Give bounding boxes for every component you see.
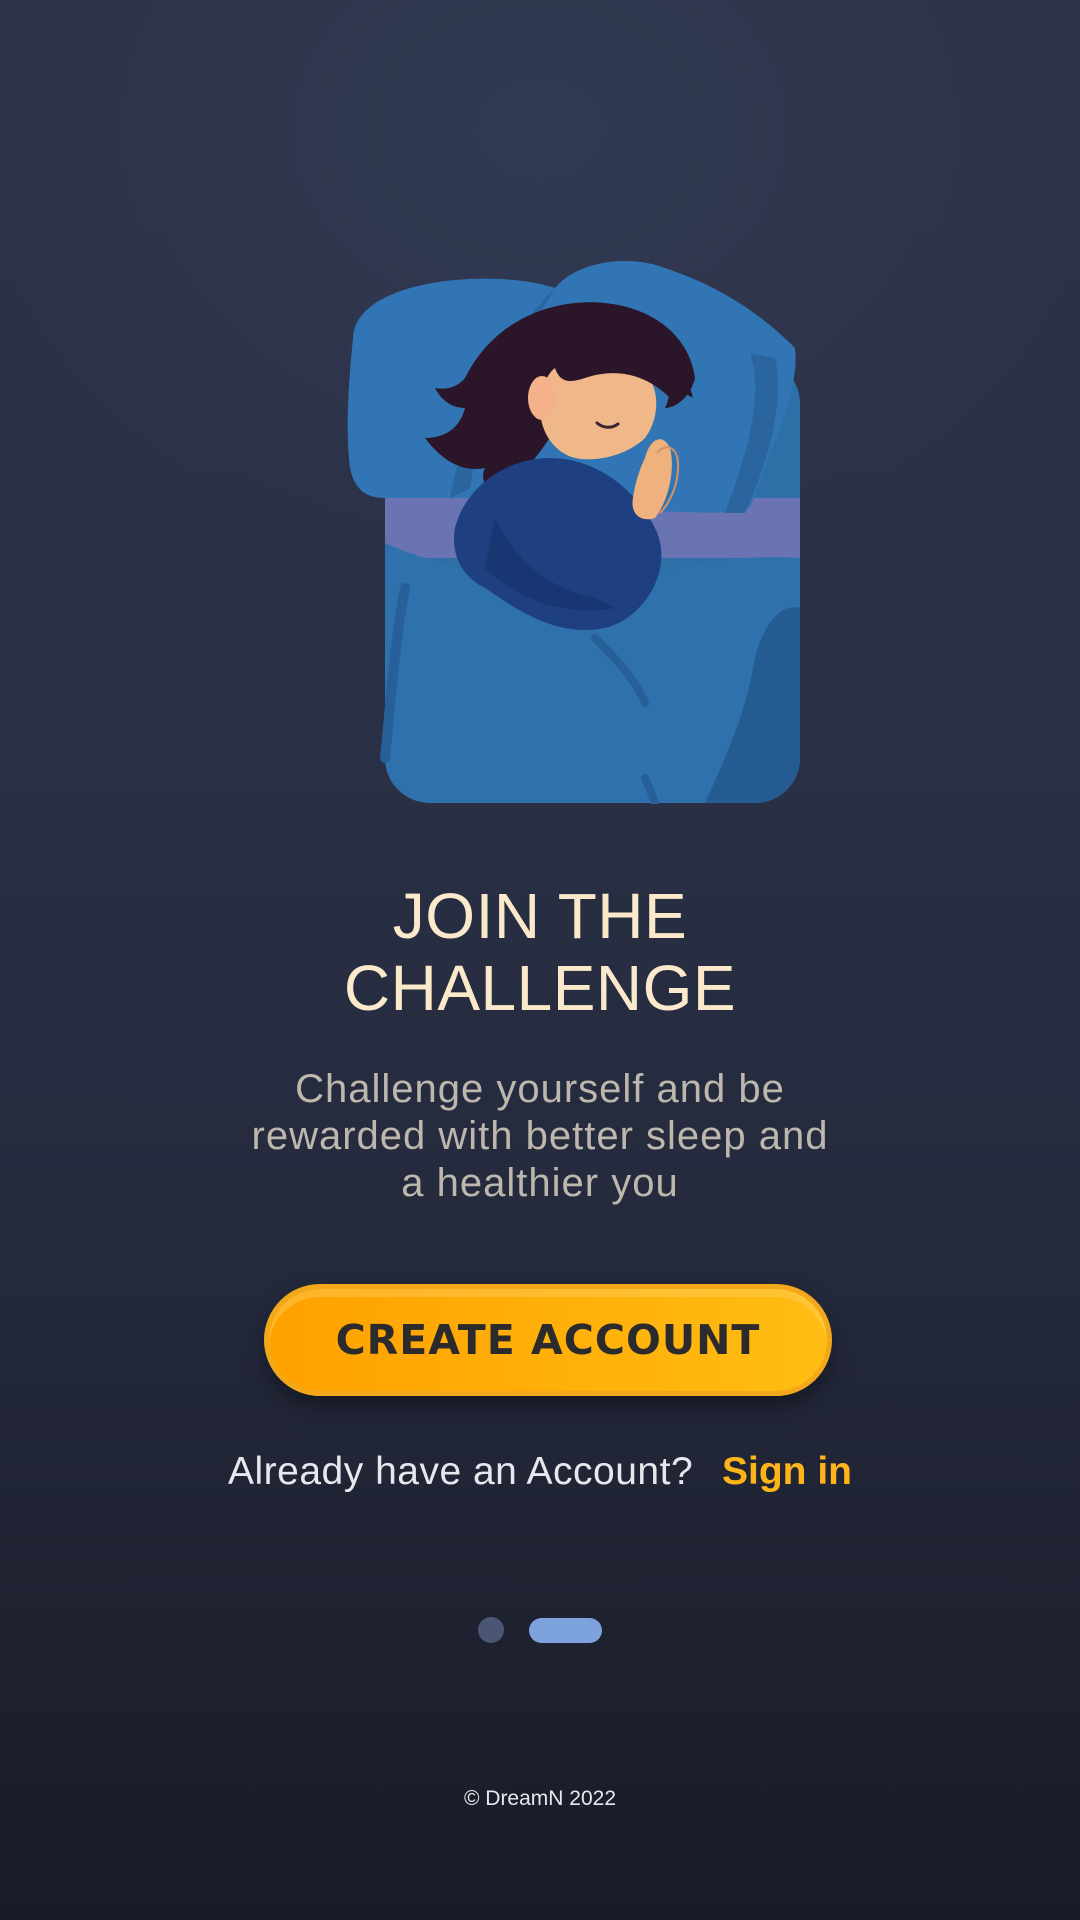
- create-account-button[interactable]: CREATE ACCOUNT: [264, 1284, 832, 1396]
- sleeping-woman-illustration: [347, 260, 800, 804]
- signin-prompt: Already have an Account?: [228, 1450, 694, 1493]
- page-subtitle: Challenge yourself and be rewarded with …: [230, 1066, 850, 1207]
- signin-row: Already have an Account? Sign in: [0, 1446, 1080, 1498]
- subtitle-line-1: Challenge yourself and be: [295, 1067, 785, 1111]
- copyright-footer: © DreamN 2022: [463, 1787, 617, 1810]
- subtitle-line-2: rewarded with better sleep and: [251, 1114, 829, 1158]
- page-indicator: [478, 1617, 602, 1643]
- title-line-2: CHALLENGE: [343, 952, 737, 1024]
- title-line-1: JOIN THE: [392, 880, 688, 952]
- page-dot-inactive[interactable]: [478, 1617, 504, 1643]
- signin-link[interactable]: Sign in: [722, 1450, 852, 1493]
- page-dot-active[interactable]: [529, 1618, 602, 1643]
- page-title: JOIN THE CHALLENGE: [0, 880, 1080, 1024]
- create-account-label: CREATE ACCOUNT: [335, 1316, 761, 1364]
- onboarding-screen: JOIN THE CHALLENGE Challenge yourself an…: [0, 0, 1080, 1920]
- subtitle-line-3: a healthier you: [401, 1161, 679, 1205]
